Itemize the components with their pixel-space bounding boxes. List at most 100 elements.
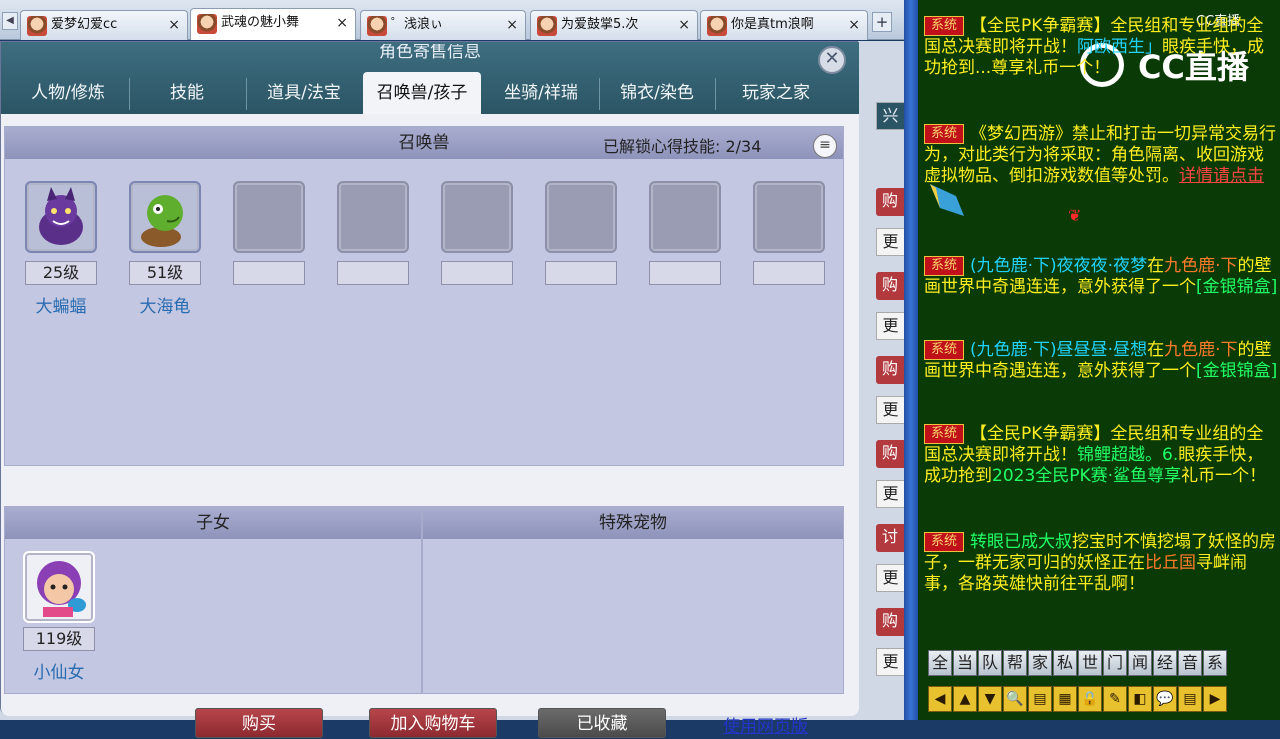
pet-level: 25级 [25,261,97,285]
side-button[interactable]: 兴 [876,102,904,130]
chat-message: 系统 《梦幻西游》禁止和打击一切异常交易行为，对此类行为将采取：角色隔离、收回游戏… [924,124,1280,187]
channel-tab-economy[interactable]: 经 [1153,650,1177,676]
lock-icon[interactable]: 🔒 [1078,686,1102,712]
channel-tab-system[interactable]: 系 [1203,650,1227,676]
grid-icon[interactable]: ▦ [1053,686,1077,712]
location-name[interactable]: 比丘国 [1145,553,1196,573]
channel-tab-all[interactable]: 全 [928,650,952,676]
browser-tab[interactable]: 为爱鼓掌5.次 × [530,10,698,40]
pet-level: 51级 [129,261,201,285]
side-button[interactable]: 更 [876,396,904,424]
side-button[interactable]: 更 [876,312,904,340]
child-name[interactable]: 小仙女 [23,658,95,683]
side-button[interactable]: 更 [876,564,904,592]
tab-mounts[interactable]: 坐骑/祥瑞 [485,72,597,114]
pet-name[interactable]: 大蝙蝠 [25,292,97,317]
channel-tab-family[interactable]: 家 [1028,650,1052,676]
close-icon[interactable]: × [336,9,348,37]
new-tab-button[interactable]: + [872,12,892,32]
section-header: 特殊宠物 [423,507,843,539]
close-icon[interactable]: × [848,11,860,39]
side-button[interactable]: 更 [876,228,904,256]
close-icon[interactable]: × [506,11,518,39]
menu-icon[interactable]: ≡ [813,134,837,158]
child-level: 119级 [23,627,95,651]
buy-button[interactable]: 购买 [195,708,323,738]
browser-tab[interactable]: 爱梦幻爱cc × [20,10,188,40]
arrow-down-icon[interactable]: ▼ [978,686,1002,712]
player-name[interactable]: 转眼已成大叔 [970,532,1072,552]
item-name[interactable]: 2023全民PK赛·鲨鱼尊享 [992,466,1181,486]
chat-message: 系统 【全民PK争霸赛】全民组和专业组的全国总决赛即将开战！锦鲤超越。6.眼疾手快… [924,424,1280,487]
chat-bubble-icon[interactable]: 💬 [1153,686,1177,712]
child-slot[interactable] [23,551,95,623]
list-icon[interactable]: ▤ [1178,686,1202,712]
window-icon[interactable]: ◧ [1128,686,1152,712]
browser-tab-active[interactable]: 武魂の魅小舞 × [190,8,356,40]
side-button[interactable]: 购 [876,272,904,300]
close-icon[interactable]: × [168,11,180,39]
child-portrait-icon [37,561,86,617]
collected-button[interactable]: 已收藏 [538,708,666,738]
pet-name[interactable]: 大海龟 [129,292,201,317]
arrow-right-icon[interactable]: ▶ [1203,686,1227,712]
browser-tab[interactable]: ゜浅浪ぃ × [360,10,526,40]
channel-tab-world[interactable]: 世 [1078,650,1102,676]
channel-tab-guild[interactable]: 帮 [1003,650,1027,676]
side-button[interactable]: 购 [876,356,904,384]
summon-section: 召唤兽 已解锁心得技能: 2/34 ≡ 25级 大蝙蝠 51级 大海龟 [4,126,844,466]
tab-outfits[interactable]: 锦衣/染色 [601,72,713,114]
channel-tab-private[interactable]: 私 [1053,650,1077,676]
notes-icon[interactable]: ▤ [1028,686,1052,712]
empty-level-box [233,261,305,285]
search-icon[interactable]: 🔍 [1003,686,1027,712]
browser-tab-label: ゜浅浪ぃ [391,17,444,32]
channel-tab-news[interactable]: 闻 [1128,650,1152,676]
channel-tab-sect[interactable]: 门 [1103,650,1127,676]
item-name[interactable]: [金银锦盒] [1196,361,1277,381]
message-text: ...尊享礼币一个！ [975,58,1111,78]
close-button[interactable]: ✕ [818,46,846,74]
system-badge: 系统 [924,340,965,360]
browser-tab[interactable]: 你是真tm浪啊 × [700,10,868,40]
details-link[interactable]: 详情请点击 [1179,166,1264,186]
channel-tab-team[interactable]: 队 [978,650,1002,676]
arrow-left-icon[interactable]: ◀ [928,686,952,712]
channel-tab-voice[interactable]: 音 [1178,650,1202,676]
use-web-version-link[interactable]: 使用网页版 [723,712,808,737]
tab-summons[interactable]: 召唤兽/孩子 [363,72,481,114]
add-to-cart-button[interactable]: 加入购物车 [369,708,497,738]
tab-scroll-left-button[interactable]: ◀ [2,12,18,30]
pet-slot[interactable] [129,181,201,253]
arrow-up-icon[interactable]: ▲ [953,686,977,712]
tab-items[interactable]: 道具/法宝 [248,72,360,114]
side-button[interactable]: 购 [876,440,904,468]
channel-tab-current[interactable]: 当 [953,650,977,676]
children-header: 子女 [196,513,230,533]
player-name[interactable]: (九色鹿·下)夜夜夜·夜梦 [970,256,1147,276]
player-name[interactable]: (九色鹿·下)昼昼昼·昼想 [970,340,1147,360]
tab-player-home[interactable]: 玩家之家 [717,72,835,114]
close-icon[interactable]: × [678,11,690,39]
location-name[interactable]: 九色鹿·下 [1164,340,1237,360]
side-button[interactable]: 更 [876,648,904,676]
message-text: 礼币一个！ [1181,466,1267,486]
pet-slot[interactable] [25,181,97,253]
player-name[interactable]: 阿欧西生」 [1077,37,1162,57]
item-name[interactable]: [金银锦盒] [1196,277,1277,297]
side-button[interactable]: 购 [876,188,904,216]
brush-icon[interactable]: ✎ [1103,686,1127,712]
special-pets-section: 特殊宠物 [422,506,844,694]
special-pets-header: 特殊宠物 [599,513,667,533]
side-button[interactable]: 购 [876,608,904,636]
player-name[interactable]: 锦鲤超越。6. [1077,445,1178,465]
empty-level-box [649,261,721,285]
side-button[interactable]: 更 [876,480,904,508]
tab-skills[interactable]: 技能 [131,72,243,114]
side-button[interactable]: 讨 [876,524,904,552]
empty-pet-slot [545,181,617,253]
tab-character[interactable]: 人物/修炼 [9,72,127,114]
location-name[interactable]: 九色鹿·下 [1164,256,1237,276]
system-badge: 系统 [924,124,965,144]
character-consignment-panel: 角色寄售信息 ✕ 人物/修炼 技能 道具/法宝 召唤兽/孩子 坐骑/祥瑞 锦衣/… [0,41,859,738]
